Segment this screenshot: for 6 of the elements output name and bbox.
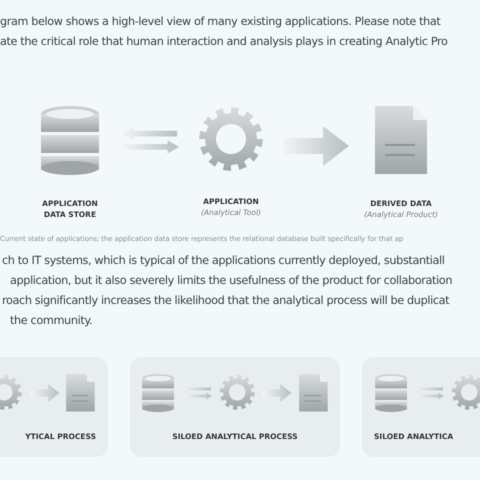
paragraph-line: roach significantly increases the likelihood that the analytical process will be duplicat xyxy=(1,292,450,308)
paragraph-line: the community. xyxy=(9,312,92,328)
intro-text-line: gram below shows a high-level view of many existing applications. Please note that xyxy=(0,14,440,30)
intro-text-line: ate the critical role that human interaction and analysis plays in creating Analytic Pro xyxy=(0,34,448,50)
paragraph-line: ch to IT systems, which is typical of the applications currently deployed, substantiall xyxy=(1,252,445,268)
paragraph-line: application, but it also severely limits the usefulness of the product for collaboration xyxy=(9,272,452,288)
